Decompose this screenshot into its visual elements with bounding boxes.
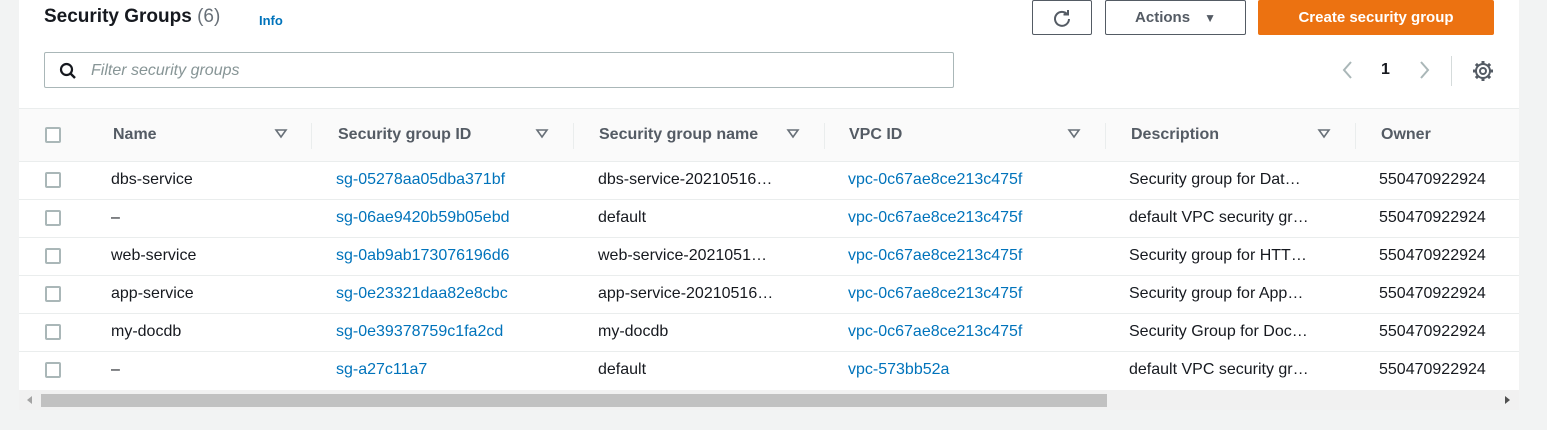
actions-label: Actions [1135,9,1191,26]
refresh-button[interactable] [1032,0,1092,35]
cell-description: default VPC security gr… [1129,209,1309,226]
cell-security-group-id[interactable]: sg-0ab9ab173076196d6 [336,247,510,265]
column-divider [311,123,312,149]
scroll-right-icon[interactable] [1505,396,1510,404]
sort-icon[interactable] [1067,127,1081,141]
cell-vpc-id[interactable]: vpc-573bb52a [848,361,949,379]
caret-down-icon: ▼ [1204,10,1216,25]
cell-owner: 550470922924 [1379,361,1486,378]
cell-owner: 550470922924 [1379,247,1486,264]
cell-vpc-id[interactable]: vpc-0c67ae8ce213c475f [848,247,1022,265]
cell-description: Security Group for Doc… [1129,323,1308,340]
cell-name: – [111,361,120,378]
cell-vpc-id[interactable]: vpc-0c67ae8ce213c475f [848,171,1022,189]
cell-vpc-id[interactable]: vpc-0c67ae8ce213c475f [848,209,1022,227]
cell-security-group-id[interactable]: sg-05278aa05dba371bf [336,171,505,189]
select-all-checkbox[interactable] [45,127,61,143]
scrollbar-thumb[interactable] [41,394,1107,407]
cell-owner: 550470922924 [1379,209,1486,226]
column-header-vpc-id[interactable]: VPC ID [849,126,902,144]
search-input[interactable] [89,59,943,83]
row-checkbox[interactable] [45,248,61,264]
column-header-security-group-id[interactable]: Security group ID [338,126,471,144]
cell-description: Security group for App… [1129,285,1304,302]
cell-security-group-name: default [598,361,647,378]
sort-icon[interactable] [274,127,288,141]
table-row[interactable]: app-service sg-0e23321daa82e8cbc app-ser… [19,276,1519,314]
sort-icon[interactable] [1317,127,1331,141]
cell-security-group-name: web-service-2021051… [598,247,767,264]
title-count: (6) [197,6,221,27]
row-checkbox[interactable] [45,324,61,340]
sort-icon[interactable] [535,127,549,141]
cell-owner: 550470922924 [1379,323,1486,340]
refresh-icon [1054,9,1070,27]
next-page-icon[interactable] [1414,58,1434,82]
scroll-left-icon[interactable] [27,396,32,404]
current-page[interactable]: 1 [1381,61,1390,79]
cell-security-group-name: default [598,209,647,226]
table-row[interactable]: – sg-06ae9420b59b05ebd default vpc-0c67a… [19,200,1519,238]
row-checkbox[interactable] [45,172,61,188]
previous-page-icon[interactable] [1338,58,1358,82]
cell-description: Security group for Dat… [1129,171,1301,188]
cell-security-group-name: dbs-service-20210516… [598,171,773,188]
cell-description: Security group for HTT… [1129,247,1307,264]
table-row[interactable]: – sg-a27c11a7 default vpc-573bb52a defau… [19,352,1519,390]
table-header: Name Security group ID Security group na… [19,108,1519,162]
create-label: Create security group [1298,9,1454,26]
title-text: Security Groups [44,6,192,27]
cell-security-group-id[interactable]: sg-0e39378759c1fa2cd [336,323,503,341]
row-checkbox[interactable] [45,362,61,378]
cell-name: – [111,209,120,226]
actions-button[interactable]: Actions ▼ [1105,0,1246,35]
column-divider [1355,123,1356,149]
table-row[interactable]: web-service sg-0ab9ab173076196d6 web-ser… [19,238,1519,276]
sort-icon[interactable] [786,127,800,141]
cell-description: default VPC security gr… [1129,361,1309,378]
gear-icon[interactable] [1472,60,1494,82]
row-checkbox[interactable] [45,210,61,226]
table-row[interactable]: my-docdb sg-0e39378759c1fa2cd my-docdb v… [19,314,1519,352]
page-title: Security Groups (6) [44,6,220,28]
cell-owner: 550470922924 [1379,171,1486,188]
column-header-name[interactable]: Name [113,126,157,144]
cell-name: my-docdb [111,323,182,340]
create-security-group-button[interactable]: Create security group [1258,0,1494,35]
cell-security-group-id[interactable]: sg-0e23321daa82e8cbc [336,285,508,303]
column-divider [824,123,825,149]
cell-name: web-service [111,247,197,264]
cell-owner: 550470922924 [1379,285,1486,302]
cell-security-group-id[interactable]: sg-06ae9420b59b05ebd [336,209,510,227]
cell-name: dbs-service [111,171,193,188]
pager-divider [1451,56,1452,86]
info-link[interactable]: Info [259,13,283,28]
column-header-owner[interactable]: Owner [1381,126,1431,144]
search-icon [59,62,76,79]
column-header-security-group-name[interactable]: Security group name [599,126,758,144]
horizontal-scrollbar[interactable] [19,390,1519,410]
cell-security-group-id[interactable]: sg-a27c11a7 [336,361,427,379]
cell-vpc-id[interactable]: vpc-0c67ae8ce213c475f [848,285,1022,303]
table-row[interactable]: dbs-service sg-05278aa05dba371bf dbs-ser… [19,162,1519,200]
cell-vpc-id[interactable]: vpc-0c67ae8ce213c475f [848,323,1022,341]
cell-security-group-name: my-docdb [598,323,669,340]
column-divider [1105,123,1106,149]
column-divider [573,123,574,149]
column-header-description[interactable]: Description [1131,126,1219,144]
cell-security-group-name: app-service-20210516… [598,285,774,302]
row-checkbox[interactable] [45,286,61,302]
cell-name: app-service [111,285,194,302]
search-field[interactable] [44,52,954,88]
